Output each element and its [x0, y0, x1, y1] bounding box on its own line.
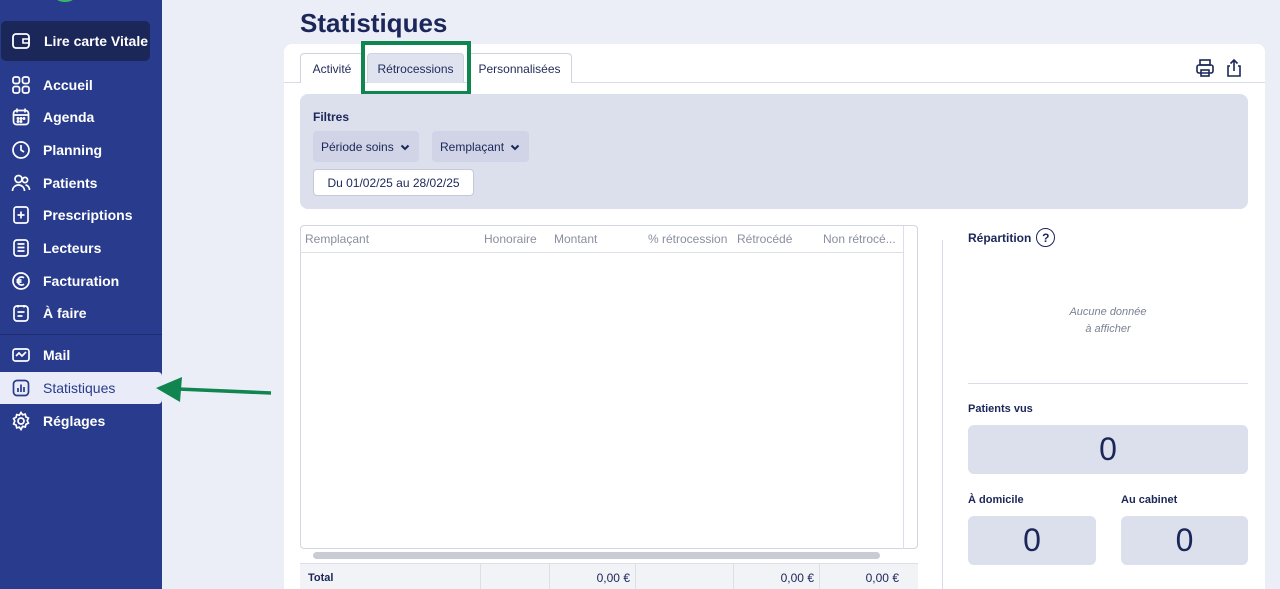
- calendar-icon: [12, 108, 30, 126]
- retrocessions-table: [300, 225, 918, 549]
- panel-separator: [968, 383, 1248, 384]
- chevron-down-icon: [510, 144, 520, 150]
- domicile-value: 0: [968, 516, 1096, 565]
- stats-icon: [12, 379, 30, 397]
- chevron-down-icon: [400, 144, 409, 150]
- sidebar-item-accueil[interactable]: Accueil: [0, 69, 162, 101]
- card-icon: [12, 33, 30, 49]
- replacement-select-value: Remplaçant: [440, 139, 505, 154]
- card-reader-icon: [13, 239, 29, 257]
- sidebar-item-lecteurs[interactable]: Lecteurs: [0, 232, 162, 264]
- read-vitale-card-button[interactable]: Lire carte Vitale: [1, 21, 150, 61]
- page-title: Statistiques: [300, 8, 448, 38]
- repartition-heading: Répartition ?: [968, 228, 1056, 247]
- sidebar-item-label: Prescriptions: [43, 207, 133, 223]
- total-pct: [635, 563, 734, 589]
- cabinet-label: Au cabinet: [1121, 494, 1178, 506]
- sidebar-item-patients[interactable]: Patients: [0, 167, 162, 199]
- sidebar-item-facturation[interactable]: Facturation: [0, 265, 162, 297]
- domicile-label: À domicile: [968, 494, 1024, 506]
- sidebar-item-label: Réglages: [43, 413, 106, 429]
- users-icon: [11, 174, 31, 192]
- sidebar-item-label: Agenda: [43, 109, 95, 125]
- table-header-divider: [300, 252, 904, 253]
- total-honoraire: [480, 563, 550, 589]
- sidebar-item-label: Accueil: [43, 77, 93, 93]
- table-scroll-edge: [903, 226, 904, 549]
- annotation-arrow: [156, 377, 272, 402]
- sidebar-item-agenda[interactable]: Agenda: [0, 101, 162, 133]
- todo-icon: [13, 305, 29, 322]
- prescription-icon: [13, 206, 29, 224]
- patients-vus-value: 0: [968, 425, 1248, 474]
- sidebar-item-prescriptions[interactable]: Prescriptions: [0, 199, 162, 231]
- column-header-remplacant[interactable]: Remplaçant: [305, 232, 369, 246]
- sidebar-item-label: Patients: [43, 175, 98, 191]
- sidebar-item-label: À faire: [43, 305, 87, 321]
- euro-icon: [12, 272, 30, 290]
- panel-divider: [942, 240, 943, 589]
- empty-state-line: à afficher: [1085, 323, 1131, 335]
- horizontal-scrollbar[interactable]: [313, 552, 880, 559]
- column-header-montant[interactable]: Montant: [554, 232, 597, 246]
- patients-vus-label: Patients vus: [968, 403, 1033, 415]
- export-icon[interactable]: [1224, 58, 1244, 78]
- sidebar-item-planning[interactable]: Planning: [0, 134, 162, 166]
- total-label: Total: [308, 572, 334, 584]
- empty-state-line: Aucune donnée: [1069, 306, 1147, 318]
- period-select[interactable]: Période soins: [313, 131, 419, 162]
- sidebar-item-label: Facturation: [43, 273, 120, 289]
- tab-highlight-annotation: [361, 41, 471, 95]
- print-icon[interactable]: [1195, 58, 1215, 78]
- column-header-non-retrocede[interactable]: Non rétrocé...: [823, 232, 896, 246]
- tab-activite[interactable]: Activité: [300, 53, 364, 83]
- sidebar-item-label: Lecteurs: [43, 240, 102, 256]
- gear-icon: [12, 411, 30, 431]
- sidebar-divider: [0, 334, 162, 335]
- replacement-select[interactable]: Remplaçant: [432, 131, 529, 162]
- sidebar-item-reglages[interactable]: Réglages: [0, 405, 162, 437]
- column-header-retrocede[interactable]: Rétrocédé: [737, 232, 792, 246]
- total-montant: 0,00 €: [549, 563, 636, 589]
- sidebar-item-label: Mail: [43, 347, 71, 363]
- date-range-button[interactable]: Du 01/02/25 au 28/02/25: [313, 169, 474, 196]
- column-header-pct-retrocession[interactable]: % rétrocession: [648, 232, 727, 246]
- empty-state-message: Aucune donnée à afficher: [1048, 304, 1168, 338]
- sidebar-item-label: Statistiques: [43, 380, 116, 396]
- sidebar-item-a-faire[interactable]: À faire: [0, 297, 162, 329]
- column-header-honoraire[interactable]: Honoraire: [484, 232, 537, 246]
- clock-icon: [12, 141, 30, 159]
- read-vitale-card-label: Lire carte Vitale: [44, 33, 149, 49]
- grid-icon: [12, 76, 30, 94]
- app-logo: [52, 0, 78, 2]
- sidebar-item-mail[interactable]: Mail: [0, 339, 162, 371]
- help-icon[interactable]: ?: [1036, 228, 1056, 247]
- total-non-retrocede: 0,00 €: [819, 563, 905, 589]
- filters-label: Filtres: [313, 110, 350, 124]
- sidebar: Lire carte Vitale Accueil Agenda Plannin…: [0, 0, 162, 589]
- period-select-value: Période soins: [321, 139, 394, 154]
- repartition-label: Répartition: [968, 230, 1032, 245]
- sidebar-item-statistiques[interactable]: Statistiques: [0, 372, 162, 404]
- sidebar-item-label: Planning: [43, 142, 103, 158]
- tab-personnalisees[interactable]: Personnalisées: [467, 53, 572, 83]
- mail-icon: [12, 348, 30, 362]
- cabinet-value: 0: [1121, 516, 1248, 565]
- total-retrocede: 0,00 €: [733, 563, 820, 589]
